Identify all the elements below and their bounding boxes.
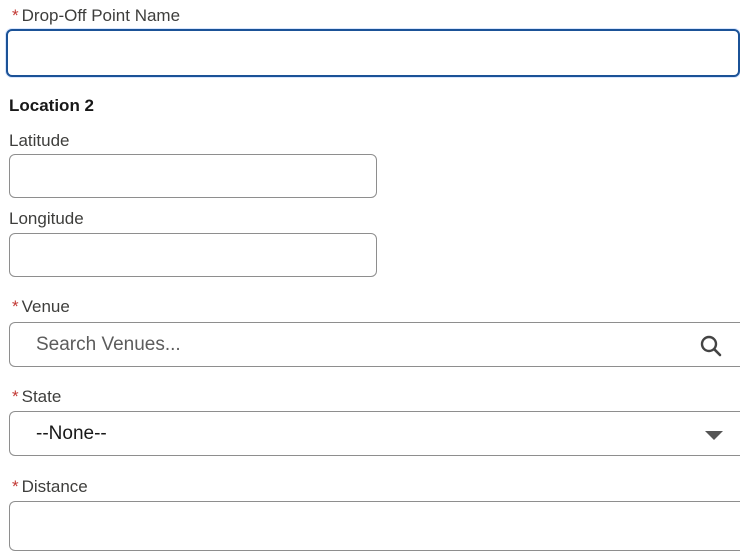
required-indicator: * xyxy=(12,387,19,406)
state-selected-value: --None-- xyxy=(36,423,107,444)
distance-label: * Distance xyxy=(12,477,88,496)
required-indicator: * xyxy=(12,477,19,496)
venue-search-input[interactable]: Search Venues... xyxy=(9,322,740,367)
distance-input[interactable] xyxy=(9,501,740,551)
state-label: * State xyxy=(12,387,62,406)
search-icon[interactable] xyxy=(699,334,723,358)
latitude-input[interactable] xyxy=(9,154,377,198)
venue-search-placeholder: Search Venues... xyxy=(36,334,181,355)
required-indicator: * xyxy=(12,297,19,316)
required-indicator: * xyxy=(12,6,19,25)
state-select[interactable]: --None-- xyxy=(9,411,740,456)
venue-label: * Venue xyxy=(12,297,70,316)
drop-off-point-name-label: * Drop-Off Point Name xyxy=(12,6,181,25)
longitude-label: Longitude xyxy=(9,209,84,228)
chevron-down-icon[interactable] xyxy=(704,428,724,440)
section-title-location-2: Location 2 xyxy=(9,96,95,115)
latitude-label: Latitude xyxy=(9,131,70,150)
drop-off-point-name-input[interactable] xyxy=(6,29,740,77)
longitude-input[interactable] xyxy=(9,233,377,277)
